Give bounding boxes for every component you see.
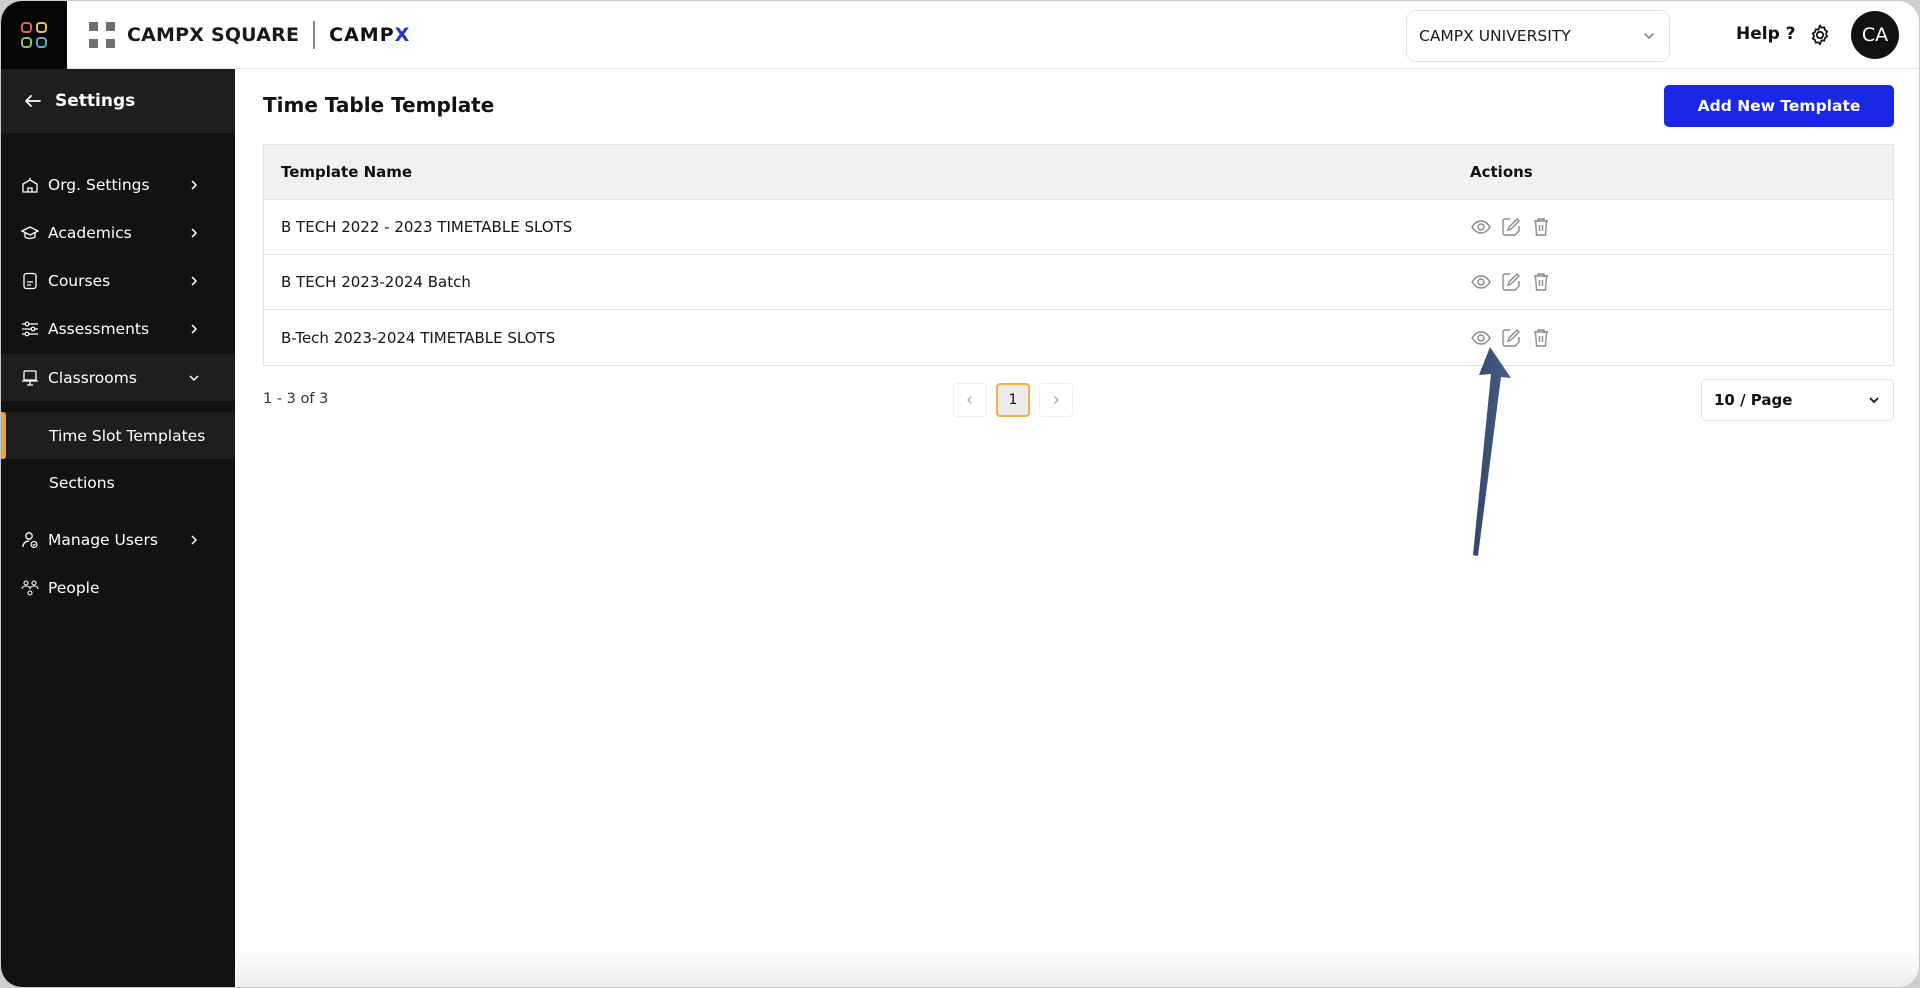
sidebar-item-assessments[interactable]: Assessments xyxy=(1,305,235,352)
apps-launcher-button[interactable] xyxy=(1,1,67,69)
apps-grid-icon xyxy=(21,22,47,48)
graduation-cap-icon xyxy=(21,224,39,242)
page-size-value: 10 / Page xyxy=(1714,391,1793,409)
template-name-cell: B TECH 2022 - 2023 TIMETABLE SLOTS xyxy=(281,218,573,236)
row-actions xyxy=(1470,216,1893,238)
user-avatar[interactable]: CA xyxy=(1851,11,1899,59)
pagination: 1 xyxy=(953,383,1073,417)
sidebar-item-label: Courses xyxy=(48,271,111,290)
chevron-right-icon xyxy=(191,179,198,190)
chevron-right-icon xyxy=(191,227,198,238)
main-content: Time Table Template Add New Template Tem… xyxy=(235,69,1919,987)
monitor-icon xyxy=(21,369,39,387)
sidebar-subitem-time-slot-templates[interactable]: Time Slot Templates xyxy=(1,412,235,459)
document-icon xyxy=(21,272,39,290)
chevron-right-icon xyxy=(191,323,198,334)
brand-divider xyxy=(313,21,316,49)
next-page-button[interactable] xyxy=(1039,383,1073,417)
brand-logo[interactable]: CAMPX SQUARE CAMPX xyxy=(89,21,410,49)
sidebar-item-label: Manage Users xyxy=(48,530,158,549)
chevron-down-icon xyxy=(189,374,199,381)
edit-pencil-icon[interactable] xyxy=(1500,271,1522,293)
brand-primary-text: CAMPX SQUARE xyxy=(127,24,300,46)
sidebar-subitem-sections[interactable]: Sections xyxy=(1,459,235,506)
sidebar-item-label: Assessments xyxy=(48,319,150,338)
chevron-right-icon xyxy=(191,275,198,286)
settings-back-header[interactable]: Settings xyxy=(1,69,235,133)
column-header-actions: Actions xyxy=(1470,163,1533,181)
column-header-template-name: Template Name xyxy=(281,163,413,181)
row-actions xyxy=(1470,271,1893,293)
brand-secondary-text: CAMPX xyxy=(329,24,411,46)
chevron-right-icon xyxy=(1054,396,1059,404)
view-eye-icon[interactable] xyxy=(1470,216,1492,238)
delete-trash-icon[interactable] xyxy=(1530,327,1552,349)
edit-pencil-icon[interactable] xyxy=(1500,327,1522,349)
edit-pencil-icon[interactable] xyxy=(1500,216,1522,238)
template-name-cell: B TECH 2023-2024 Batch xyxy=(281,273,471,291)
building-icon xyxy=(21,176,39,194)
sidebar-item-label: Org. Settings xyxy=(48,175,150,194)
app-window: CAMPX SQUARE CAMPX CAMPX UNIVERSITY Help… xyxy=(0,0,1920,988)
sidebar-item-label: Academics xyxy=(48,223,132,242)
delete-trash-icon[interactable] xyxy=(1530,271,1552,293)
templates-table: Template Name Actions B TECH 2022 - 2023… xyxy=(263,144,1894,366)
gear-icon[interactable] xyxy=(1808,23,1832,47)
sidebar-subitem-label: Time Slot Templates xyxy=(49,426,206,445)
arrow-left-icon[interactable] xyxy=(23,91,43,111)
sidebar-item-academics[interactable]: Academics xyxy=(1,209,235,256)
add-new-template-button[interactable]: Add New Template xyxy=(1664,85,1894,127)
page-button-current[interactable]: 1 xyxy=(996,383,1030,417)
view-eye-icon[interactable] xyxy=(1470,327,1492,349)
delete-trash-icon[interactable] xyxy=(1530,216,1552,238)
help-link[interactable]: Help ? xyxy=(1736,24,1796,44)
chevron-right-icon xyxy=(191,534,198,545)
sliders-icon xyxy=(21,320,39,338)
sidebar-item-org-settings[interactable]: Org. Settings xyxy=(1,161,235,208)
top-header: CAMPX SQUARE CAMPX CAMPX UNIVERSITY Help… xyxy=(1,1,1919,69)
people-icon xyxy=(21,579,39,597)
sidebar-item-label: Classrooms xyxy=(48,368,137,387)
pagination-summary: 1 - 3 of 3 xyxy=(263,391,329,407)
row-actions xyxy=(1470,327,1893,349)
previous-page-button[interactable] xyxy=(953,383,987,417)
chevron-down-icon xyxy=(1869,397,1879,404)
page-size-select[interactable]: 10 / Page xyxy=(1701,379,1894,421)
organization-select-value: CAMPX UNIVERSITY xyxy=(1419,27,1571,45)
chevron-left-icon xyxy=(967,396,972,404)
table-row: B TECH 2023-2024 Batch xyxy=(264,255,1893,310)
page-title: Time Table Template xyxy=(263,93,495,117)
table-row: B TECH 2022 - 2023 TIMETABLE SLOTS xyxy=(264,200,1893,255)
sidebar-item-people[interactable]: People xyxy=(1,564,235,611)
sidebar-subitem-label: Sections xyxy=(49,473,115,492)
sidebar-item-label: People xyxy=(48,578,100,597)
settings-sidebar: Settings Org. Settings Academics Courses xyxy=(1,69,235,987)
sidebar-item-manage-users[interactable]: Manage Users xyxy=(1,516,235,563)
chevron-down-icon xyxy=(1644,33,1654,40)
sidebar-item-courses[interactable]: Courses xyxy=(1,257,235,304)
sidebar-item-classrooms[interactable]: Classrooms xyxy=(1,354,235,401)
table-row: B-Tech 2023-2024 TIMETABLE SLOTS xyxy=(264,310,1893,365)
sidebar-title: Settings xyxy=(55,91,136,111)
table-header-row: Template Name Actions xyxy=(264,145,1893,200)
campx-square-logo-icon xyxy=(89,22,115,48)
user-check-icon xyxy=(21,531,39,549)
view-eye-icon[interactable] xyxy=(1470,271,1492,293)
organization-select[interactable]: CAMPX UNIVERSITY xyxy=(1406,10,1670,62)
template-name-cell: B-Tech 2023-2024 TIMETABLE SLOTS xyxy=(281,328,556,347)
